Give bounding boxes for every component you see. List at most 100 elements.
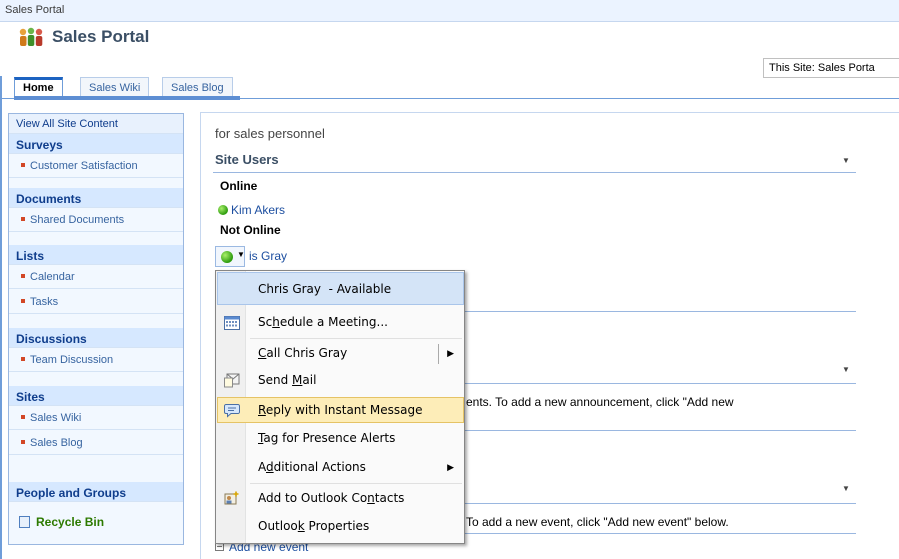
menu-item-add-outlook-contacts[interactable]: Add to Outlook Contacts xyxy=(218,486,462,512)
menu-label: Properties xyxy=(304,519,370,533)
menu-label: ditional Actions xyxy=(273,460,366,474)
webpart-separator-line xyxy=(465,533,856,534)
quicklaunch-item-tasks[interactable]: Tasks xyxy=(9,290,183,314)
menu-label: A xyxy=(258,460,266,474)
view-all-site-content-link[interactable]: View All Site Content xyxy=(9,114,183,134)
quicklaunch-item-label: Team Discussion xyxy=(30,354,114,366)
contact-status: - Available xyxy=(328,282,392,296)
presence-context-menu: Chris Gray - Available Schedule a Meetin… xyxy=(215,270,465,544)
bullet-icon xyxy=(21,299,25,303)
menu-label: eply with Instant Message xyxy=(265,403,423,417)
quick-launch: View All Site Content Surveys Customer S… xyxy=(8,113,184,545)
submenu-arrow-icon: ▶ xyxy=(447,463,454,473)
site-header: Sales Portal This Site: Sales Porta xyxy=(0,22,899,78)
mail-icon xyxy=(224,373,240,388)
presence-online-icon xyxy=(221,251,233,263)
quicklaunch-heading-people-and-groups[interactable]: People and Groups xyxy=(9,482,183,502)
webpart-menu-arrow-icon[interactable]: ▼ xyxy=(842,156,850,165)
webpart-title-line xyxy=(465,383,856,384)
user-name: Kim Akers xyxy=(231,203,286,217)
bullet-icon xyxy=(21,217,25,221)
menu-separator xyxy=(250,338,462,339)
webpart-menu-arrow-icon[interactable]: ▼ xyxy=(842,365,850,374)
quicklaunch-item-shared-documents[interactable]: Shared Documents xyxy=(9,208,183,232)
menu-item-tag-presence-alerts[interactable]: Tag for Presence Alerts xyxy=(218,426,462,452)
recycle-bin-link[interactable]: Recycle Bin xyxy=(9,508,183,536)
presence-online-icon xyxy=(218,205,228,215)
contact-name: Chris Gray xyxy=(258,282,322,296)
quicklaunch-item-team-discussion[interactable]: Team Discussion xyxy=(9,348,183,372)
quicklaunch-item-label: Sales Wiki xyxy=(30,412,82,424)
quicklaunch-heading-discussions[interactable]: Discussions xyxy=(9,328,183,348)
recycle-bin-label: Recycle Bin xyxy=(36,515,105,529)
quicklaunch-item-label: Tasks xyxy=(30,296,59,308)
menu-header-contact[interactable]: Chris Gray - Available xyxy=(217,272,464,305)
menu-item-schedule-meeting[interactable]: Schedule a Meeting... xyxy=(218,310,462,336)
webpart-title-line xyxy=(465,311,856,312)
menu-accelerator: M xyxy=(292,373,303,387)
menu-accelerator: h xyxy=(272,315,280,329)
quicklaunch-heading-sites[interactable]: Sites xyxy=(9,386,183,406)
events-empty-text: To add a new event, click "Add new event… xyxy=(466,515,729,529)
bullet-icon xyxy=(21,440,25,444)
menu-accelerator: n xyxy=(367,491,375,505)
tab-underline xyxy=(14,96,240,100)
quicklaunch-item-label: Calendar xyxy=(30,271,75,283)
dropdown-arrow-icon: ▼ xyxy=(237,250,245,259)
menu-accelerator: k xyxy=(297,519,305,533)
site-users-webpart-title[interactable]: Site Users xyxy=(215,152,279,167)
webpart-title-line xyxy=(213,172,856,173)
menu-item-additional-actions[interactable]: Additional Actions ▶ xyxy=(218,455,462,481)
people-logo-icon xyxy=(19,27,43,46)
menu-label: Sc xyxy=(258,315,273,329)
menu-label: ag for Presence Alerts xyxy=(263,431,396,445)
global-breadcrumb-bar: Sales Portal xyxy=(0,0,899,22)
menu-item-reply-im[interactable]: Reply with Instant Message xyxy=(217,397,464,423)
menu-item-send-mail[interactable]: Send Mail xyxy=(218,368,462,394)
announcements-empty-text: ents. To add a new announcement, click "… xyxy=(466,395,734,409)
menu-label: all Chris Gray xyxy=(266,346,348,360)
bullet-icon xyxy=(21,163,25,167)
menu-label: Outloo xyxy=(258,519,298,533)
bullet-icon xyxy=(21,415,25,419)
quicklaunch-item-label: Customer Satisfaction xyxy=(30,160,138,172)
bullet-icon xyxy=(21,357,25,361)
user-link-chris-gray[interactable]: is Gray xyxy=(249,249,287,263)
webpart-title-line xyxy=(465,503,856,504)
quicklaunch-item-label: Sales Blog xyxy=(30,437,83,449)
menu-label: Send xyxy=(258,373,293,387)
add-contact-icon xyxy=(224,491,239,505)
quicklaunch-heading-surveys[interactable]: Surveys xyxy=(9,134,183,154)
presence-menu-button[interactable]: ▼ xyxy=(215,246,245,267)
site-description: for sales personnel xyxy=(215,126,325,141)
menu-item-outlook-properties[interactable]: Outlook Properties xyxy=(218,514,462,540)
webpart-separator-line xyxy=(465,430,856,431)
quicklaunch-item-sales-wiki[interactable]: Sales Wiki xyxy=(9,406,183,430)
search-scope-select[interactable]: This Site: Sales Porta xyxy=(763,58,899,78)
menu-label: Add to Outlook Co xyxy=(258,491,368,505)
menu-label: edule a Meeting... xyxy=(279,315,388,329)
site-title[interactable]: Sales Portal xyxy=(52,27,149,47)
chat-bubble-icon xyxy=(224,404,240,418)
bullet-icon xyxy=(21,274,25,278)
calendar-icon xyxy=(224,316,240,330)
submenu-arrow-icon[interactable]: ▶ xyxy=(447,349,454,359)
recycle-bin-icon xyxy=(19,516,30,528)
split-button-divider xyxy=(438,344,439,364)
menu-item-call[interactable]: Call Chris Gray ▶ xyxy=(218,341,462,367)
not-online-heading: Not Online xyxy=(220,223,281,237)
quicklaunch-item-label: Shared Documents xyxy=(30,214,125,226)
online-heading: Online xyxy=(220,179,258,193)
quicklaunch-heading-documents[interactable]: Documents xyxy=(9,188,183,208)
menu-label: ail xyxy=(302,373,317,387)
quicklaunch-heading-lists[interactable]: Lists xyxy=(9,245,183,265)
quicklaunch-item-calendar[interactable]: Calendar xyxy=(9,265,183,289)
menu-label: tacts xyxy=(374,491,405,505)
quicklaunch-item-customer-satisfaction[interactable]: Customer Satisfaction xyxy=(9,154,183,178)
quicklaunch-item-sales-blog[interactable]: Sales Blog xyxy=(9,431,183,455)
user-link-kim-akers[interactable]: Kim Akers xyxy=(218,203,285,217)
webpart-menu-arrow-icon[interactable]: ▼ xyxy=(842,484,850,493)
sharepoint-page: Sales Portal Sales Portal This Site: Sal… xyxy=(0,0,899,559)
menu-accelerator: d xyxy=(266,460,274,474)
top-site-link[interactable]: Sales Portal xyxy=(5,4,64,16)
